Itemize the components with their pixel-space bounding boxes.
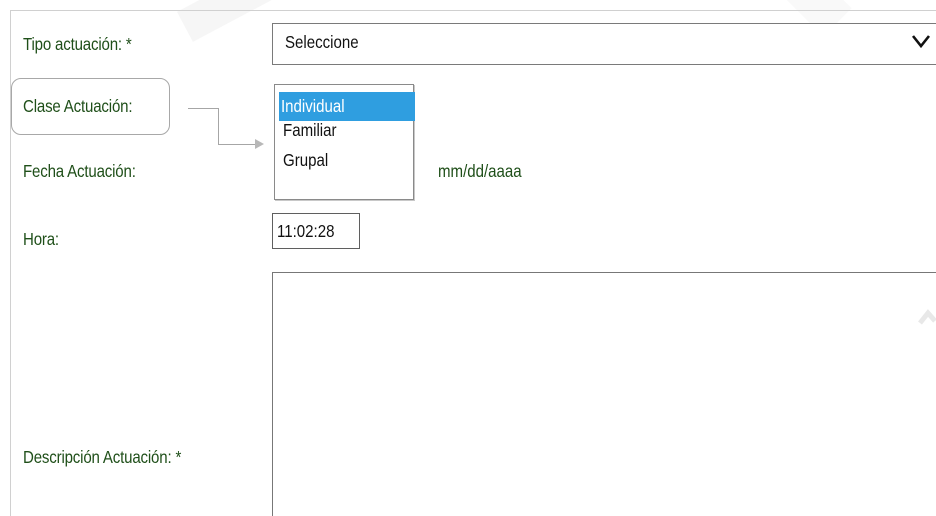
tipo-actuacion-select[interactable]: Seleccione [272,23,936,65]
callout-connector [218,144,256,145]
hora-label: Hora: [23,229,59,249]
clase-actuacion-label: Clase Actuación: [23,96,133,116]
scroll-up-icon[interactable] [918,307,936,333]
hora-input[interactable]: 11:02:28 [272,213,360,249]
option-label: Familiar [283,120,337,140]
hora-value: 11:02:28 [277,221,335,241]
listbox-option-grupal[interactable]: Grupal [281,146,336,175]
option-label: Grupal [283,150,329,170]
listbox-option-familiar[interactable]: Familiar [281,116,345,145]
fecha-format-hint: mm/dd/aaaa [438,161,522,181]
callout-arrow-icon [255,139,264,149]
form-frame-top-border [10,10,936,11]
descripcion-actuacion-label: Descripción Actuación: * [23,447,182,467]
descripcion-actuacion-textarea[interactable] [272,272,936,516]
fecha-actuacion-label: Fecha Actuación: [23,161,136,181]
tipo-actuacion-label: Tipo actuación: * [23,34,132,54]
callout-connector [188,108,218,109]
chevron-down-icon [911,35,931,49]
callout-connector [218,108,219,145]
clase-actuacion-listbox[interactable]: Individual Familiar Grupal [274,84,415,200]
tipo-actuacion-selected-value: Seleccione [285,32,359,52]
actuacion-form: Tipo actuación: * Seleccione Clase Actua… [0,0,936,516]
